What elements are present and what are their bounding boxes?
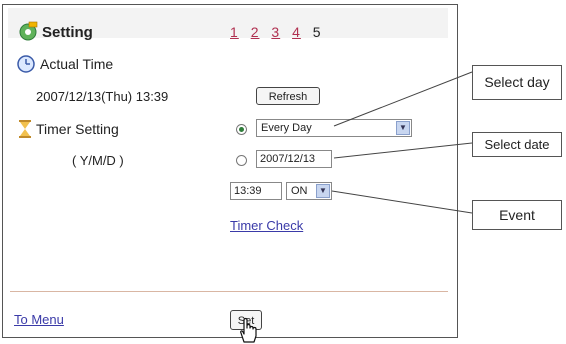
callout-select-day: Select day [472,65,562,100]
callout-event: Event [472,200,562,230]
callout-select-date: Select date [472,132,562,157]
callout-lines [331,71,473,214]
